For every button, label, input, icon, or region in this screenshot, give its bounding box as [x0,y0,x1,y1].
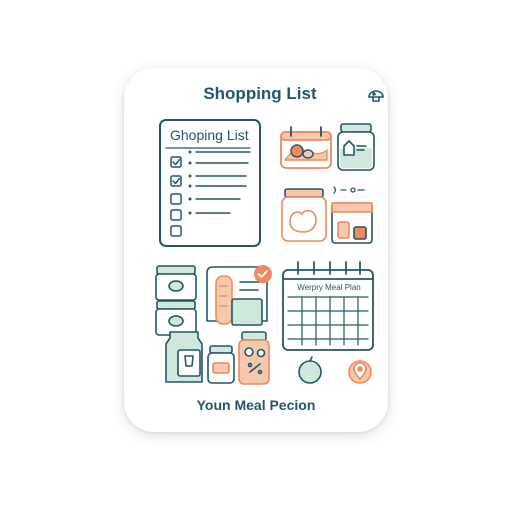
illustration-canvas [155,90,384,385]
footer-caption: Youn Meal Pecion [196,397,316,413]
checkbox-4[interactable] [170,209,182,221]
check-badge-icon[interactable] [254,265,272,283]
steam-icon [333,186,365,194]
meal-plan-title: Werpry Meal Plan [297,283,361,292]
orange-jar-icon [238,331,270,385]
meal-plan-calendar [282,261,374,351]
canister-icon [281,188,327,242]
milk-carton-icon [165,331,203,383]
food-calendar-icon [280,126,332,169]
fruit-icon [298,356,322,384]
checkbox-3[interactable] [170,193,182,205]
checkbox-2[interactable] [170,175,182,187]
mushroom-icon[interactable] [368,90,384,102]
checkbox-1[interactable] [170,156,182,168]
shopping-list-title: Ghoping List [170,127,249,143]
jar-icon [337,123,375,171]
small-jar-icon [207,345,235,384]
checkbox-5[interactable] [170,225,182,237]
stacked-containers-icon [155,265,197,336]
location-pin-icon[interactable] [348,360,372,384]
pantry-shelf-icon [331,202,373,244]
